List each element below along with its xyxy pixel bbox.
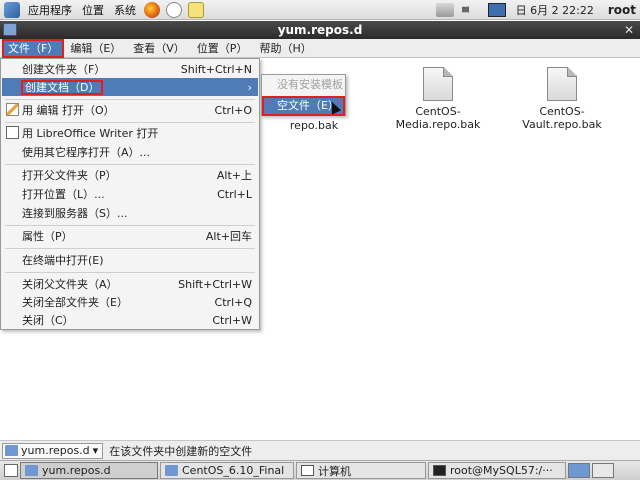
menu-item-label: 关闭父文件夹（A） [22, 278, 118, 291]
menu-item-accel: Shift+Ctrl+W [178, 277, 252, 291]
menu-item-open-parent[interactable]: 打开父文件夹（P） Alt+上 [2, 166, 258, 184]
menu-item-close-parent[interactable]: 关闭父文件夹（A） Shift+Ctrl+W [2, 275, 258, 293]
text-file-icon [423, 67, 453, 101]
taskbar: yum.repos.d CentOS_6.10_Final 计算机 root@M… [0, 460, 640, 480]
menu-item-open-libreoffice[interactable]: 用 LibreOffice Writer 打开 [2, 124, 258, 142]
workspace-1[interactable] [568, 463, 590, 478]
menu-item-label: 使用其它程序打开（A）... [22, 146, 151, 159]
user-menu[interactable]: root [600, 3, 640, 17]
menu-item-label: 关闭（C） [22, 314, 74, 327]
clock[interactable]: 日 6月 2 22:22 [510, 2, 600, 18]
network-tools-icon[interactable] [166, 1, 182, 18]
computer-icon [301, 465, 314, 476]
applications-menu[interactable]: 应用程序 [23, 0, 77, 20]
menu-separator [5, 99, 255, 100]
menu-separator [5, 272, 255, 273]
menu-item-label: 属性（P） [22, 230, 73, 243]
terminal-icon [433, 465, 446, 476]
menu-edit[interactable]: 编辑（E） [64, 39, 127, 58]
menu-item-properties[interactable]: 属性（P） Alt+回车 [2, 227, 258, 245]
system-menu[interactable]: 系统 [109, 0, 141, 20]
text-editor-icon[interactable] [188, 1, 204, 18]
display-icon[interactable] [487, 2, 506, 17]
task-label: root@MySQL57:/··· [450, 464, 553, 477]
file-name: CentOS-Media.repo.bak [395, 105, 481, 131]
file-item[interactable]: CentOS-Media.repo.bak [378, 67, 498, 131]
gnome-foot-icon[interactable] [4, 1, 20, 18]
menu-item-accel: Shift+Ctrl+N [180, 62, 252, 76]
task-terminal[interactable]: root@MySQL57:/··· [428, 462, 566, 479]
close-icon[interactable]: ✕ [622, 23, 636, 37]
window-title: yum.repos.d [277, 23, 363, 37]
file-menu: 创建文件夹（F） Shift+Ctrl+N 创建文档（D） › 用 编辑 打开（… [0, 58, 260, 330]
menu-item-open-with-editor[interactable]: 用 编辑 打开（O） Ctrl+O [2, 101, 258, 119]
menu-separator [5, 164, 255, 165]
task-yum-repos[interactable]: yum.repos.d [20, 462, 158, 479]
folder-icon [25, 465, 38, 476]
menu-item-accel: Alt+回车 [205, 230, 252, 243]
libreoffice-writer-icon [6, 126, 19, 139]
workspace-2[interactable] [592, 463, 614, 478]
menu-item-label: 打开位置（L）... [22, 188, 105, 201]
menu-item-accel: Ctrl+O [214, 103, 252, 117]
volume-icon[interactable] [461, 2, 475, 17]
top-panel: 应用程序 位置 系统 日 6月 2 22:22 root [0, 0, 640, 20]
menu-places[interactable]: 位置（P） [191, 39, 254, 58]
task-computer[interactable]: 计算机 [296, 462, 426, 479]
menu-item-create-document[interactable]: 创建文档（D） › [2, 78, 258, 96]
menu-help[interactable]: 帮助（H） [253, 39, 317, 58]
menu-item-accel: Alt+上 [216, 169, 252, 182]
menu-item-label: 用 LibreOffice Writer 打开 [22, 127, 159, 140]
menu-item-label: 打开父文件夹（P） [22, 169, 117, 182]
menu-item-label-wrap: 创建文档（D） [20, 79, 248, 95]
status-message: 在该文件夹中创建新的空文件 [109, 444, 253, 458]
menu-view[interactable]: 查看（V） [127, 39, 191, 58]
task-label: 计算机 [318, 464, 351, 478]
menu-item-label: 在终端中打开(E) [22, 254, 104, 267]
menu-item-accel: Ctrl+Q [214, 295, 252, 309]
task-label: CentOS_6.10_Final [182, 464, 285, 477]
folder-icon [165, 465, 178, 476]
menu-item-close-all[interactable]: 关闭全部文件夹（E） Ctrl+Q [2, 293, 258, 311]
menu-item-open-with-other[interactable]: 使用其它程序打开（A）... [2, 143, 258, 161]
menu-separator [5, 122, 255, 123]
places-menu[interactable]: 位置 [77, 0, 109, 20]
menu-item-connect-server[interactable]: 连接到服务器（S）... [2, 204, 258, 222]
text-editor-icon [6, 103, 19, 116]
status-bar: yum.repos.d ▾ 在该文件夹中创建新的空文件 [0, 440, 640, 460]
menu-item-open-location[interactable]: 打开位置（L）... Ctrl+L [2, 185, 258, 203]
firefox-icon[interactable] [144, 1, 160, 18]
folder-icon [3, 23, 17, 36]
location-label: yum.repos.d [21, 444, 90, 457]
submenu-arrow-icon: › [247, 80, 252, 94]
menu-bar: 文件（F） 编辑（E） 查看（V） 位置（P） 帮助（H） [0, 38, 640, 58]
menu-item-accel: Ctrl+L [217, 187, 252, 201]
dropdown-arrow-icon: ▾ [92, 444, 99, 457]
text-file-icon [547, 67, 577, 101]
menu-item-open-in-terminal[interactable]: 在终端中打开(E) [2, 251, 258, 269]
menu-item-label: 用 编辑 打开（O） [22, 104, 115, 117]
menu-item-label: 创建文档（D） [20, 80, 104, 95]
menu-file[interactable]: 文件（F） [2, 38, 65, 58]
menu-item-label: 创建文件夹（F） [22, 63, 106, 76]
file-item[interactable]: CentOS-Vault.repo.bak [502, 67, 622, 131]
menu-item-label: 关闭全部文件夹（E） [22, 296, 128, 309]
task-label: yum.repos.d [42, 464, 111, 477]
window-titlebar[interactable]: yum.repos.d ✕ [0, 21, 640, 39]
menu-item-close[interactable]: 关闭（C） Ctrl+W [2, 311, 258, 329]
task-centos-disc[interactable]: CentOS_6.10_Final [160, 462, 294, 479]
menu-item-accel: Ctrl+W [212, 313, 252, 327]
network-status-icon[interactable] [435, 2, 454, 17]
file-name: repo.bak [289, 119, 339, 132]
submenu-item-no-templates: 没有安装模板 [277, 78, 343, 91]
menu-separator [5, 248, 255, 249]
folder-icon [5, 445, 18, 456]
location-selector[interactable]: yum.repos.d ▾ [2, 442, 104, 459]
menu-item-create-folder[interactable]: 创建文件夹（F） Shift+Ctrl+N [2, 60, 258, 78]
menu-separator [5, 225, 255, 226]
file-name: CentOS-Vault.repo.bak [522, 105, 602, 131]
show-desktop-icon[interactable] [4, 464, 18, 477]
menu-item-label: 连接到服务器（S）... [22, 207, 128, 220]
